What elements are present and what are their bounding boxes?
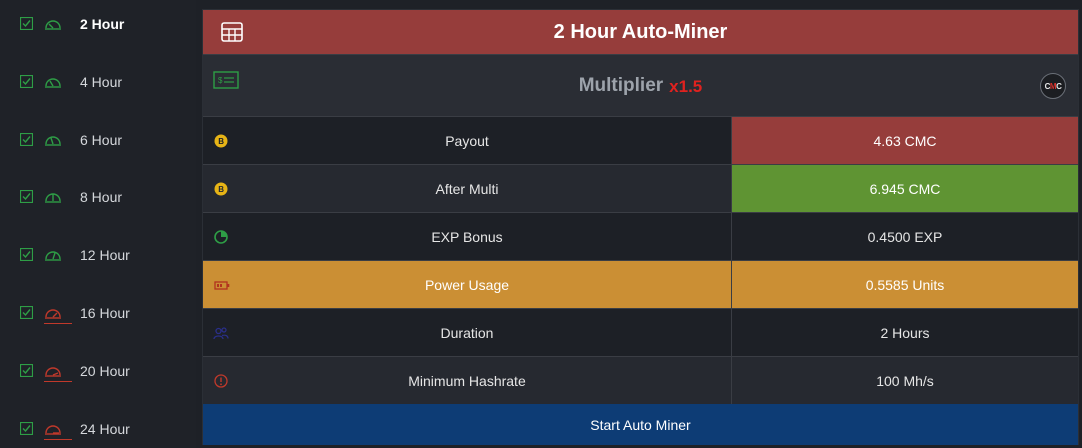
- auto-miner-panel: 2 Hour Auto-Miner $ Multiplier x1.5 CMC …: [202, 9, 1079, 445]
- row-value: 100 Mh/s: [876, 372, 934, 389]
- sidebar-item-label: 8 Hour: [80, 189, 123, 205]
- speedometer-icon: [45, 78, 61, 88]
- sidebar: 2 Hour 4 Hour 6 Hour 8 Hour 12 Hour 16 H…: [0, 0, 196, 448]
- multiplier-row: $ Multiplier x1.5 CMC: [203, 55, 1078, 117]
- row-label: EXP Bonus: [203, 213, 732, 260]
- svg-text:$: $: [218, 76, 223, 85]
- row-label: After Multi: [203, 165, 732, 212]
- money-bill-icon: $: [213, 71, 239, 89]
- checkbox-checked-icon[interactable]: [20, 306, 33, 319]
- sidebar-item-24-hour[interactable]: 24 Hour: [0, 414, 196, 444]
- checkbox-checked-icon[interactable]: [20, 17, 33, 30]
- speedometer-icon: [45, 193, 61, 203]
- speedometer-icon: [45, 136, 61, 146]
- checkbox-checked-icon[interactable]: [20, 422, 33, 435]
- sidebar-item-20-hour[interactable]: 20 Hour: [0, 356, 196, 386]
- start-auto-miner-button[interactable]: Start Auto Miner: [203, 404, 1078, 445]
- sidebar-item-4-hour[interactable]: 4 Hour: [0, 67, 196, 97]
- sidebar-item-label: 24 Hour: [80, 421, 130, 437]
- checkbox-checked-icon[interactable]: [20, 133, 33, 146]
- row-value: 4.63 CMC: [732, 117, 1078, 164]
- speedometer-icon: [45, 367, 61, 377]
- underline-divider: [44, 381, 72, 382]
- checkbox-checked-icon[interactable]: [20, 75, 33, 88]
- row-value: 2 Hours: [880, 324, 930, 341]
- checkbox-checked-icon[interactable]: [20, 364, 33, 377]
- underline-divider: [44, 323, 72, 324]
- table-row-power-usage: Power Usage 0.5585 Units: [203, 261, 1078, 309]
- speedometer-icon: [45, 425, 61, 435]
- row-label: Duration: [203, 309, 732, 356]
- row-value: 6.945 CMC: [732, 165, 1078, 212]
- sidebar-item-6-hour[interactable]: 6 Hour: [0, 125, 196, 155]
- sidebar-item-label: 6 Hour: [80, 132, 123, 148]
- table-row-payout: B Payout 4.63 CMC: [203, 117, 1078, 165]
- sidebar-item-label: 2 Hour: [80, 16, 125, 32]
- sidebar-item-label: 16 Hour: [80, 305, 130, 321]
- panel-header: 2 Hour Auto-Miner: [203, 10, 1078, 55]
- table-row-duration: Duration 2 Hours: [203, 309, 1078, 357]
- sidebar-item-12-hour[interactable]: 12 Hour: [0, 240, 196, 270]
- speedometer-icon: [45, 251, 61, 261]
- sidebar-item-label: 20 Hour: [80, 363, 130, 379]
- multiplier-value: x1.5: [669, 76, 703, 96]
- checkbox-checked-icon[interactable]: [20, 248, 33, 261]
- speedometer-icon: [45, 20, 61, 30]
- row-value: 0.4500 EXP: [867, 228, 943, 245]
- table-row-after-multi: B After Multi 6.945 CMC: [203, 165, 1078, 213]
- sidebar-item-label: 12 Hour: [80, 247, 130, 263]
- row-label: Payout: [203, 117, 732, 164]
- sidebar-item-2-hour[interactable]: 2 Hour: [0, 9, 196, 39]
- checkbox-checked-icon[interactable]: [20, 190, 33, 203]
- logo-letter: C: [1056, 81, 1062, 91]
- table-icon: [221, 22, 243, 42]
- speedometer-icon: [45, 309, 61, 319]
- multiplier-label: Multiplier: [578, 74, 664, 96]
- sidebar-item-8-hour[interactable]: 8 Hour: [0, 182, 196, 212]
- sidebar-item-label: 4 Hour: [80, 74, 123, 90]
- row-label: Power Usage: [203, 261, 732, 308]
- row-value: 0.5585 Units: [865, 276, 945, 293]
- cmc-logo-icon: CMC: [1040, 73, 1066, 99]
- table-row-exp-bonus: EXP Bonus 0.4500 EXP: [203, 213, 1078, 261]
- row-label: Minimum Hashrate: [203, 357, 732, 404]
- sidebar-item-16-hour[interactable]: 16 Hour: [0, 298, 196, 328]
- table-row-minimum-hashrate: Minimum Hashrate 100 Mh/s: [203, 357, 1078, 405]
- underline-divider: [44, 439, 72, 440]
- page-title: 2 Hour Auto-Miner: [553, 20, 728, 43]
